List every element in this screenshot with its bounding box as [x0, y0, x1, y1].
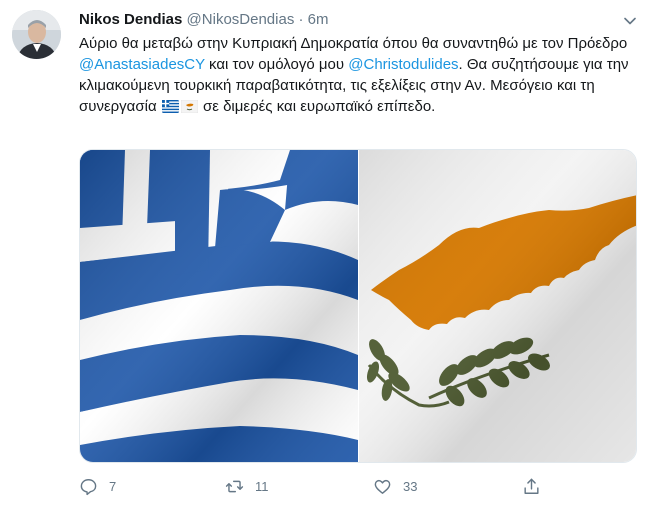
tweet[interactable]: Nikos Dendias @NikosDendias · 6m Αύριο θ… — [0, 0, 654, 510]
greece-flag-image[interactable] — [80, 150, 358, 462]
tweet-text-part: σε διμερές και ευρωπαϊκό επίπεδο. — [198, 98, 436, 115]
tweet-media[interactable] — [79, 149, 637, 463]
chevron-down-icon[interactable] — [622, 13, 638, 29]
greece-flag-icon — [161, 98, 179, 113]
retweet-button[interactable]: 11 — [225, 475, 269, 497]
reply-icon — [80, 478, 97, 495]
mention-link[interactable]: @AnastasiadesCY — [79, 56, 205, 73]
tweet-text-part: και τον ομόλογό μου — [204, 56, 349, 73]
tweet-text-part: Αύριο θα μεταβώ στην Κυπριακή Δημοκρατία… — [79, 35, 628, 52]
tweet-text: Αύριο θα μεταβώ στην Κυπριακή Δημοκρατία… — [79, 33, 639, 117]
tweet-header: Nikos Dendias @NikosDendias · 6m — [79, 10, 329, 30]
separator: · — [298, 11, 304, 28]
share-icon — [524, 478, 539, 494]
author-handle[interactable]: @NikosDendias — [187, 11, 295, 28]
like-count: 33 — [403, 478, 418, 494]
reply-button[interactable]: 7 — [79, 475, 116, 497]
share-button[interactable] — [522, 475, 552, 497]
cyprus-flag-icon — [180, 98, 199, 114]
author-name[interactable]: Nikos Dendias — [79, 11, 182, 28]
heart-icon — [374, 479, 391, 494]
tweet-actions: 7 11 33 — [79, 475, 639, 497]
reply-count: 7 — [109, 478, 117, 494]
avatar[interactable] — [12, 10, 61, 59]
cyprus-flag-image[interactable] — [359, 150, 636, 462]
mention-link[interactable]: @Christodulides — [348, 56, 458, 73]
like-button[interactable]: 33 — [373, 475, 417, 497]
timestamp[interactable]: 6m — [308, 11, 329, 28]
retweet-count: 11 — [255, 478, 269, 494]
retweet-icon — [225, 480, 244, 492]
